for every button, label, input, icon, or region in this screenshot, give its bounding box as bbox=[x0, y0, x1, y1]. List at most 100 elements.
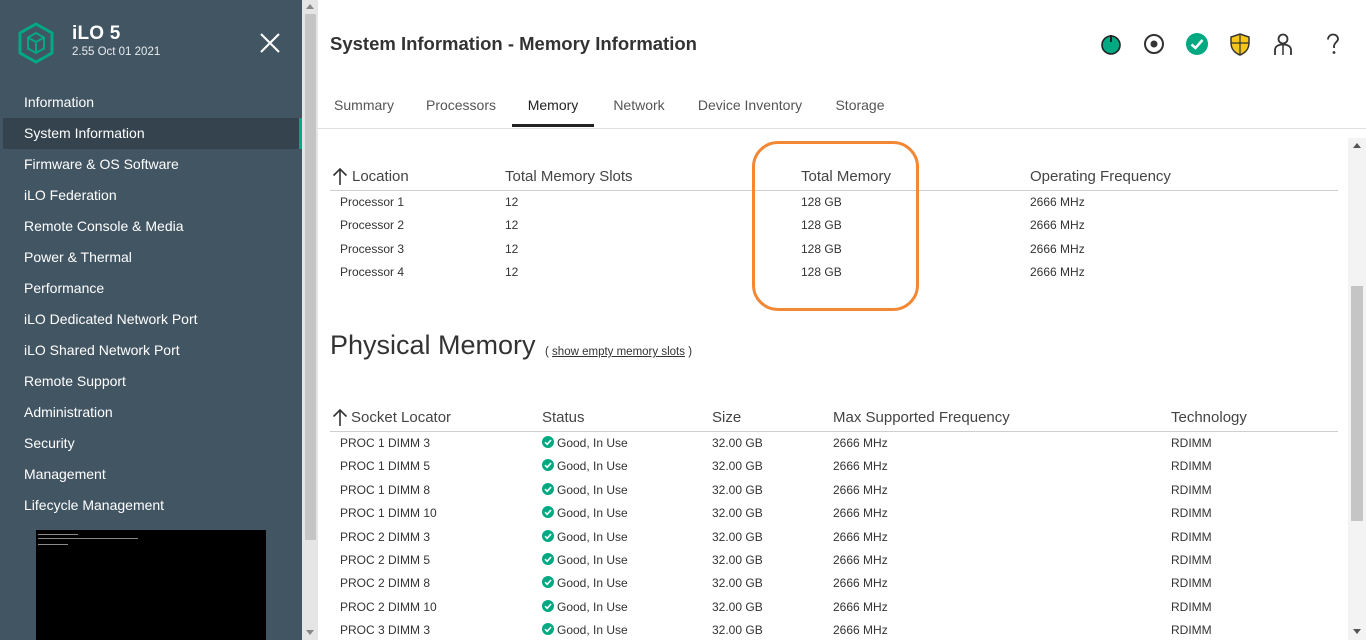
remote-console-thumbnail[interactable] bbox=[36, 530, 266, 640]
sidebar-item-firmware-os-software[interactable]: Firmware & OS Software bbox=[0, 149, 302, 180]
cell-status: Good, In Use bbox=[542, 576, 628, 590]
sidebar-item-information[interactable]: Information bbox=[0, 87, 302, 118]
scroll-down-arrow-icon[interactable] bbox=[306, 630, 314, 635]
sidebar-item-remote-console-media[interactable]: Remote Console & Media bbox=[0, 211, 302, 242]
scroll-up-arrow-icon[interactable] bbox=[1353, 143, 1361, 148]
cell-max-supported-frequency: 2666 MHz bbox=[833, 459, 888, 474]
cell-technology: RDIMM bbox=[1171, 436, 1212, 450]
sidebar-item-ilo-dedicated-network-port[interactable]: iLO Dedicated Network Port bbox=[0, 304, 302, 335]
cell-total-memory: 128 GB bbox=[801, 265, 842, 280]
status-text: Good, In Use bbox=[557, 459, 628, 474]
brand: iLO 5 2.55 Oct 01 2021 bbox=[18, 22, 288, 66]
sidebar-item-performance[interactable]: Performance bbox=[0, 273, 302, 304]
status-text: Good, In Use bbox=[557, 436, 628, 450]
sidebar-item-remote-support[interactable]: Remote Support bbox=[0, 366, 302, 397]
scroll-up-arrow-icon[interactable] bbox=[306, 4, 314, 9]
scroll-down-arrow-icon[interactable] bbox=[1353, 629, 1361, 634]
table-row: PROC 2 DIMM 5 Good, In Use 32.00 GB 2666 MH… bbox=[330, 549, 1338, 572]
cell-technology: RDIMM bbox=[1171, 599, 1212, 614]
physical-memory-table: Socket Locator Status Size Max Supported… bbox=[330, 395, 1338, 643]
status-ok-icon bbox=[542, 529, 554, 542]
tab-summary[interactable]: Summary bbox=[330, 84, 398, 126]
console-text-line bbox=[38, 538, 138, 539]
sidebar-item-ilo-shared-network-port[interactable]: iLO Shared Network Port bbox=[0, 335, 302, 366]
sidebar-item-system-information[interactable]: System Information bbox=[3, 118, 302, 149]
cell-socket-locator: PROC 2 DIMM 3 bbox=[340, 529, 431, 544]
cell-technology: RDIMM bbox=[1171, 552, 1212, 567]
column-header-total-memory[interactable]: Total Memory bbox=[801, 168, 891, 185]
cell-total-memory: 128 GB bbox=[801, 195, 842, 209]
console-text-line bbox=[38, 534, 78, 535]
cell-location: Processor 3 bbox=[340, 241, 405, 256]
physical-memory-title: Physical Memory bbox=[330, 330, 536, 360]
sidebar-item-security[interactable]: Security bbox=[0, 428, 302, 459]
column-header-technology[interactable]: Technology bbox=[1171, 409, 1247, 426]
health-ok-icon[interactable] bbox=[1185, 32, 1209, 56]
cell-operating-frequency: 2666 MHz bbox=[1030, 265, 1085, 280]
paren-close: ) bbox=[688, 346, 693, 358]
sidebar-scrollbar[interactable] bbox=[302, 0, 318, 640]
cell-technology: RDIMM bbox=[1171, 482, 1212, 497]
table-row: PROC 3 DIMM 3 Good, In Use 32.00 GB 2666 MH… bbox=[330, 619, 1338, 642]
scrollbar-thumb[interactable] bbox=[1351, 286, 1363, 521]
cell-operating-frequency: 2666 MHz bbox=[1030, 195, 1085, 209]
product-name: iLO 5 bbox=[72, 23, 121, 44]
column-header-operating-frequency[interactable]: Operating Frequency bbox=[1030, 168, 1171, 185]
cell-max-supported-frequency: 2666 MHz bbox=[833, 576, 888, 591]
table-row: PROC 2 DIMM 8 Good, In Use 32.00 GB 2666 MH… bbox=[330, 572, 1338, 595]
help-icon[interactable] bbox=[1321, 32, 1345, 56]
column-header-socket-locator[interactable]: Socket Locator bbox=[351, 409, 451, 426]
column-header-total-memory-slots[interactable]: Total Memory Slots bbox=[505, 168, 633, 185]
cell-status: Good, In Use bbox=[542, 529, 628, 544]
sidebar-item-administration[interactable]: Administration bbox=[0, 397, 302, 428]
table-header: Location Total Memory Slots Total Memory… bbox=[330, 154, 1338, 191]
sidebar-item-lifecycle-management[interactable]: Lifecycle Management bbox=[0, 490, 302, 521]
cell-size: 32.00 GB bbox=[712, 482, 763, 497]
sort-ascending-icon[interactable] bbox=[332, 408, 348, 426]
cell-technology: RDIMM bbox=[1171, 529, 1212, 544]
column-header-location[interactable]: Location bbox=[352, 168, 409, 185]
status-text: Good, In Use bbox=[557, 529, 628, 544]
user-icon[interactable] bbox=[1271, 32, 1295, 56]
cell-socket-locator: PROC 2 DIMM 10 bbox=[340, 599, 437, 614]
memory-summary-table: Location Total Memory Slots Total Memory… bbox=[330, 154, 1338, 285]
column-header-max-supported-frequency[interactable]: Max Supported Frequency bbox=[833, 409, 1010, 426]
sort-ascending-icon[interactable] bbox=[332, 167, 348, 185]
console-text-line bbox=[38, 544, 68, 545]
cell-size: 32.00 GB bbox=[712, 529, 763, 544]
ilo-logo-icon bbox=[18, 22, 54, 64]
sidebar-item-power-thermal[interactable]: Power & Thermal bbox=[0, 242, 302, 273]
cell-technology: RDIMM bbox=[1171, 623, 1212, 638]
close-sidebar-icon[interactable] bbox=[258, 31, 282, 55]
column-header-status[interactable]: Status bbox=[542, 409, 585, 426]
scrollbar-thumb[interactable] bbox=[305, 14, 316, 540]
cell-max-supported-frequency: 2666 MHz bbox=[833, 599, 888, 614]
tab-memory[interactable]: Memory bbox=[512, 84, 594, 127]
tab-network[interactable]: Network bbox=[606, 84, 672, 126]
table-body: Processor 1 12 128 GB 2666 MHz Processor 2 12… bbox=[330, 191, 1338, 285]
sidebar-item-ilo-federation[interactable]: iLO Federation bbox=[0, 180, 302, 211]
cell-size: 32.00 GB bbox=[712, 623, 763, 638]
status-text: Good, In Use bbox=[557, 552, 628, 567]
table-row: PROC 1 DIMM 8 Good, In Use 32.00 GB 2666 MH… bbox=[330, 479, 1338, 502]
column-header-size[interactable]: Size bbox=[712, 409, 741, 426]
power-icon[interactable] bbox=[1099, 32, 1123, 56]
content-scrollbar[interactable] bbox=[1348, 138, 1366, 640]
tab-processors[interactable]: Processors bbox=[422, 84, 500, 126]
cell-max-supported-frequency: 2666 MHz bbox=[833, 482, 888, 497]
show-empty-memory-slots-link[interactable]: show empty memory slots bbox=[552, 346, 685, 358]
table-row: Processor 3 12 128 GB 2666 MHz bbox=[330, 238, 1338, 261]
status-text: Good, In Use bbox=[557, 599, 628, 614]
table-row: PROC 1 DIMM 5 Good, In Use 32.00 GB 2666 MH… bbox=[330, 455, 1338, 478]
cell-operating-frequency: 2666 MHz bbox=[1030, 241, 1085, 256]
tab-device-inventory[interactable]: Device Inventory bbox=[694, 84, 806, 126]
sidebar-item-management[interactable]: Management bbox=[0, 459, 302, 490]
cell-location: Processor 4 bbox=[340, 265, 405, 280]
table-row: Processor 2 12 128 GB 2666 MHz bbox=[330, 214, 1338, 237]
cell-status: Good, In Use bbox=[542, 599, 628, 614]
security-shield-icon[interactable] bbox=[1228, 32, 1252, 56]
locator-icon[interactable] bbox=[1142, 32, 1166, 56]
cell-max-supported-frequency: 2666 MHz bbox=[833, 623, 888, 638]
tab-storage[interactable]: Storage bbox=[830, 84, 890, 126]
cell-max-supported-frequency: 2666 MHz bbox=[833, 436, 888, 450]
